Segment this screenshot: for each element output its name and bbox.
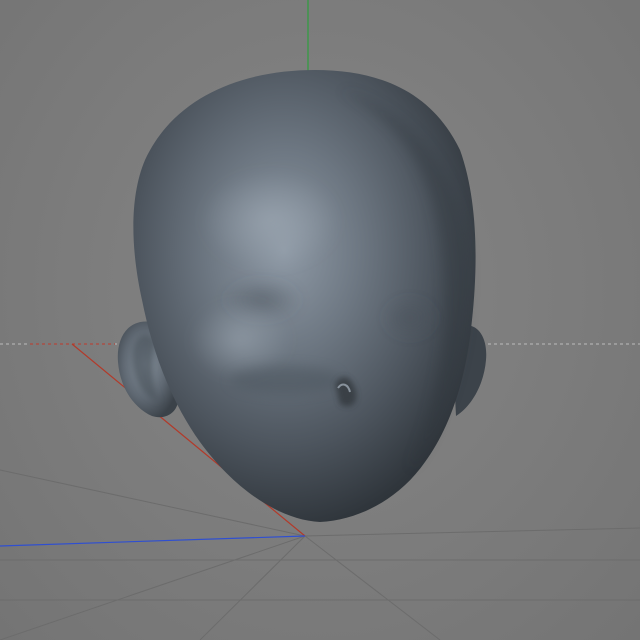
head-shape[interactable] [133,70,476,522]
right-eye-socket [382,296,438,340]
forehead-highlight [200,170,340,270]
head-model[interactable] [117,70,487,522]
3d-viewport[interactable] [0,0,640,640]
z-axis [0,535,306,547]
mouth-shadow [230,366,340,394]
viewport-canvas[interactable] [0,0,640,640]
